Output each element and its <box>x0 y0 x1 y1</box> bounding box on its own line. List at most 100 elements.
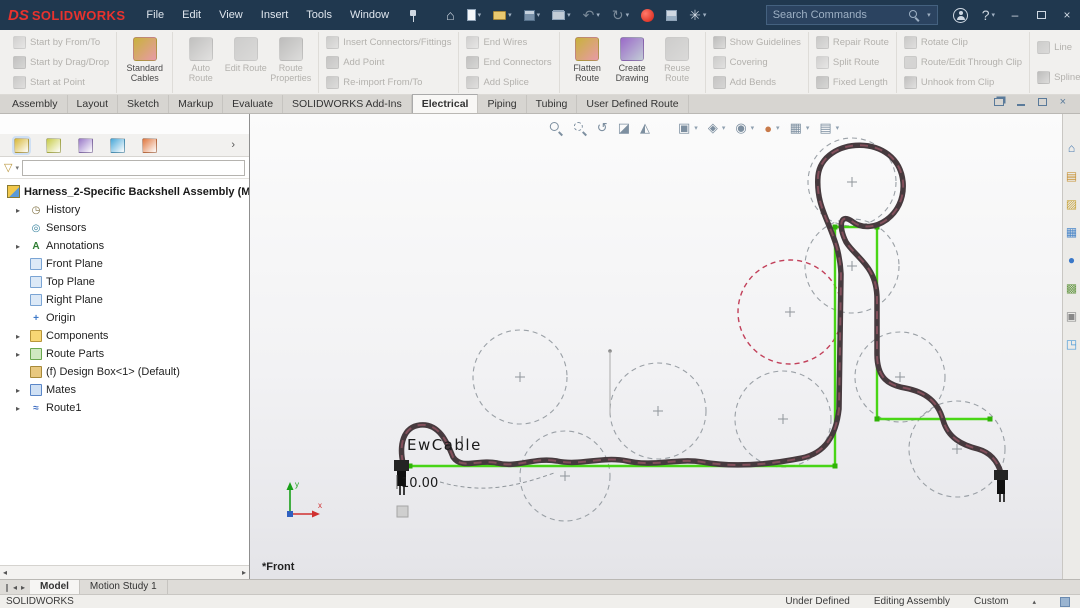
minimize-document-icon[interactable] <box>1017 104 1025 106</box>
covering-button[interactable]: Covering <box>711 53 803 72</box>
dropdown-caret-icon[interactable]: ▾ <box>751 124 755 132</box>
search-box[interactable]: ▾ <box>766 5 938 25</box>
propertymanager-tab[interactable] <box>46 138 61 153</box>
standard-cables-button[interactable]: Standard Cables <box>122 33 167 92</box>
expand-arrow-icon[interactable]: ▸ <box>16 350 20 359</box>
tree-filter-input[interactable] <box>22 160 245 176</box>
route-vertex-handle[interactable] <box>833 464 838 469</box>
reuse-route-button[interactable]: Reuse Route <box>655 33 700 92</box>
restore-document-icon[interactable] <box>1038 98 1047 106</box>
cable-name-label[interactable]: EwCable <box>407 436 482 454</box>
graphics-viewport[interactable]: ↺◪◭▣▾◈▾◉▾●▾▦▾▤▾ <box>250 114 1062 579</box>
options-button[interactable]: ✳▾ <box>685 6 710 24</box>
view-orientation-button[interactable]: ▣▾ <box>678 120 698 136</box>
dropdown-caret-icon[interactable]: ▾ <box>722 124 726 132</box>
tree-item-origin[interactable]: +Origin <box>0 309 249 327</box>
start-by-drag-drop-button[interactable]: Start by Drag/Drop <box>11 53 111 72</box>
dropdown-caret-icon[interactable]: ▾ <box>776 124 780 132</box>
auto-route-button[interactable]: Auto Route <box>178 33 223 92</box>
menu-file[interactable]: File <box>137 0 173 30</box>
split-route-button[interactable]: Split Route <box>814 53 891 72</box>
hide-show-button[interactable]: ◉▾ <box>735 120 754 136</box>
route-edit-through-clip-button[interactable]: Route/Edit Through Clip <box>902 53 1024 72</box>
tree-item-route-parts[interactable]: ▸Route Parts <box>0 345 249 363</box>
tree-item-history[interactable]: ▸◷History <box>0 201 249 219</box>
tab-user-defined-route[interactable]: User Defined Route <box>577 95 688 113</box>
open-button[interactable]: ▾ <box>489 9 516 22</box>
panel-hscrollbar[interactable]: ◂ ▸ <box>0 565 249 579</box>
expand-arrow-icon[interactable]: ▸ <box>16 404 20 413</box>
edit-route-button[interactable]: Edit Route <box>223 33 268 92</box>
threedexperience-button[interactable] <box>637 7 658 24</box>
tab-electrical[interactable]: Electrical <box>412 94 479 113</box>
tab-layout[interactable]: Layout <box>68 95 119 113</box>
edit-appearance-button[interactable]: ●▾ <box>764 121 779 136</box>
display-style-button[interactable]: ◈▾ <box>708 120 726 136</box>
model-tab-model[interactable]: Model <box>30 580 80 594</box>
route-vertex-handle[interactable] <box>875 417 880 422</box>
expand-arrow-icon[interactable]: ▸ <box>16 332 20 341</box>
tab-sketch[interactable]: Sketch <box>118 95 169 113</box>
tab-scroll-left-icon[interactable]: ◂ <box>13 583 17 592</box>
fixed-length-button[interactable]: Fixed Length <box>814 73 891 92</box>
menu-window[interactable]: Window <box>341 0 398 30</box>
tab-solidworks-add-ins[interactable]: SOLIDWORKS Add-Ins <box>283 95 412 113</box>
minimize-window-icon[interactable]: – <box>1002 0 1028 30</box>
search-caret-icon[interactable]: ▾ <box>927 11 931 19</box>
panel-flyout-arrow[interactable]: › <box>231 139 235 151</box>
flatten-route-button[interactable]: Flatten Route <box>565 33 610 92</box>
close-document-icon[interactable]: × <box>1060 97 1066 107</box>
viewport-split-icon[interactable] <box>994 98 1004 106</box>
apply-scene-button[interactable]: ▦▾ <box>790 120 810 136</box>
undo-button[interactable]: ↶▾ <box>579 6 604 24</box>
menu-view[interactable]: View <box>210 0 252 30</box>
section-view-button[interactable]: ◪ <box>618 120 630 136</box>
forum-icon[interactable]: ◳ <box>1066 338 1077 351</box>
tree-item-components[interactable]: ▸Components <box>0 327 249 345</box>
show-guidelines-button[interactable]: Show Guidelines <box>711 33 803 52</box>
add-splice-button[interactable]: Add Splice <box>464 73 553 92</box>
tree-item-annotations[interactable]: ▸AAnnotations <box>0 237 249 255</box>
splitter-icon[interactable]: ∥ <box>5 583 9 592</box>
menu-insert[interactable]: Insert <box>252 0 298 30</box>
repair-route-button[interactable]: Repair Route <box>814 33 891 52</box>
status-expand-caret-icon[interactable]: ▴ <box>1032 598 1036 606</box>
insert-connectors-fittings-button[interactable]: Insert Connectors/Fittings <box>324 33 453 52</box>
start-at-point-button[interactable]: Start at Point <box>11 73 111 92</box>
filter-funnel-icon[interactable]: ▽ <box>4 161 12 174</box>
add-bends-button[interactable]: Add Bends <box>711 73 803 92</box>
route-guide-line[interactable] <box>410 227 990 466</box>
zoom-to-area-button[interactable] <box>573 121 587 135</box>
zoom-to-fit-button[interactable] <box>549 121 563 135</box>
create-drawing-button[interactable]: Create Drawing <box>610 33 655 92</box>
model-tab-motion-study-1[interactable]: Motion Study 1 <box>80 580 168 594</box>
tree-item-f-design-box-1-default[interactable]: (f) Design Box<1> (Default) <box>0 363 249 381</box>
dropdown-caret-icon[interactable]: ▾ <box>836 124 840 132</box>
end-wires-button[interactable]: End Wires <box>464 33 553 52</box>
new-document-button[interactable]: ▾ <box>463 7 486 23</box>
appearances-icon[interactable]: ● <box>1068 254 1075 267</box>
tree-item-route1[interactable]: ▸≈Route1 <box>0 399 249 417</box>
file-properties-button[interactable] <box>662 8 681 23</box>
save-button[interactable]: ▾ <box>520 8 545 23</box>
sketch-anchor-point[interactable] <box>397 506 408 517</box>
file-explorer-icon[interactable]: ▨ <box>1066 198 1077 211</box>
menu-edit[interactable]: Edit <box>173 0 210 30</box>
expand-arrow-icon[interactable]: ▸ <box>16 386 20 395</box>
featuremanager-tab[interactable] <box>14 138 29 153</box>
expand-arrow-icon[interactable]: ▸ <box>16 242 20 251</box>
re-import-from-to-button[interactable]: Re-import From/To <box>324 73 453 92</box>
rotate-clip-button[interactable]: Rotate Clip <box>902 33 1024 52</box>
tab-evaluate[interactable]: Evaluate <box>223 95 283 113</box>
pin-menu-icon[interactable] <box>408 8 418 23</box>
spline-button[interactable]: Spline <box>1035 68 1080 87</box>
tree-item-top-plane[interactable]: Top Plane <box>0 273 249 291</box>
tab-tubing[interactable]: Tubing <box>527 95 578 113</box>
scenes-icon[interactable]: ▩ <box>1066 282 1077 295</box>
filter-caret-icon[interactable]: ▾ <box>15 164 19 172</box>
home-button[interactable]: ⌂ <box>442 6 458 24</box>
design-library-icon[interactable]: ▤ <box>1066 170 1077 183</box>
search-icon[interactable] <box>909 10 920 21</box>
search-input[interactable] <box>773 9 904 21</box>
print-button[interactable]: ▾ <box>548 9 575 22</box>
